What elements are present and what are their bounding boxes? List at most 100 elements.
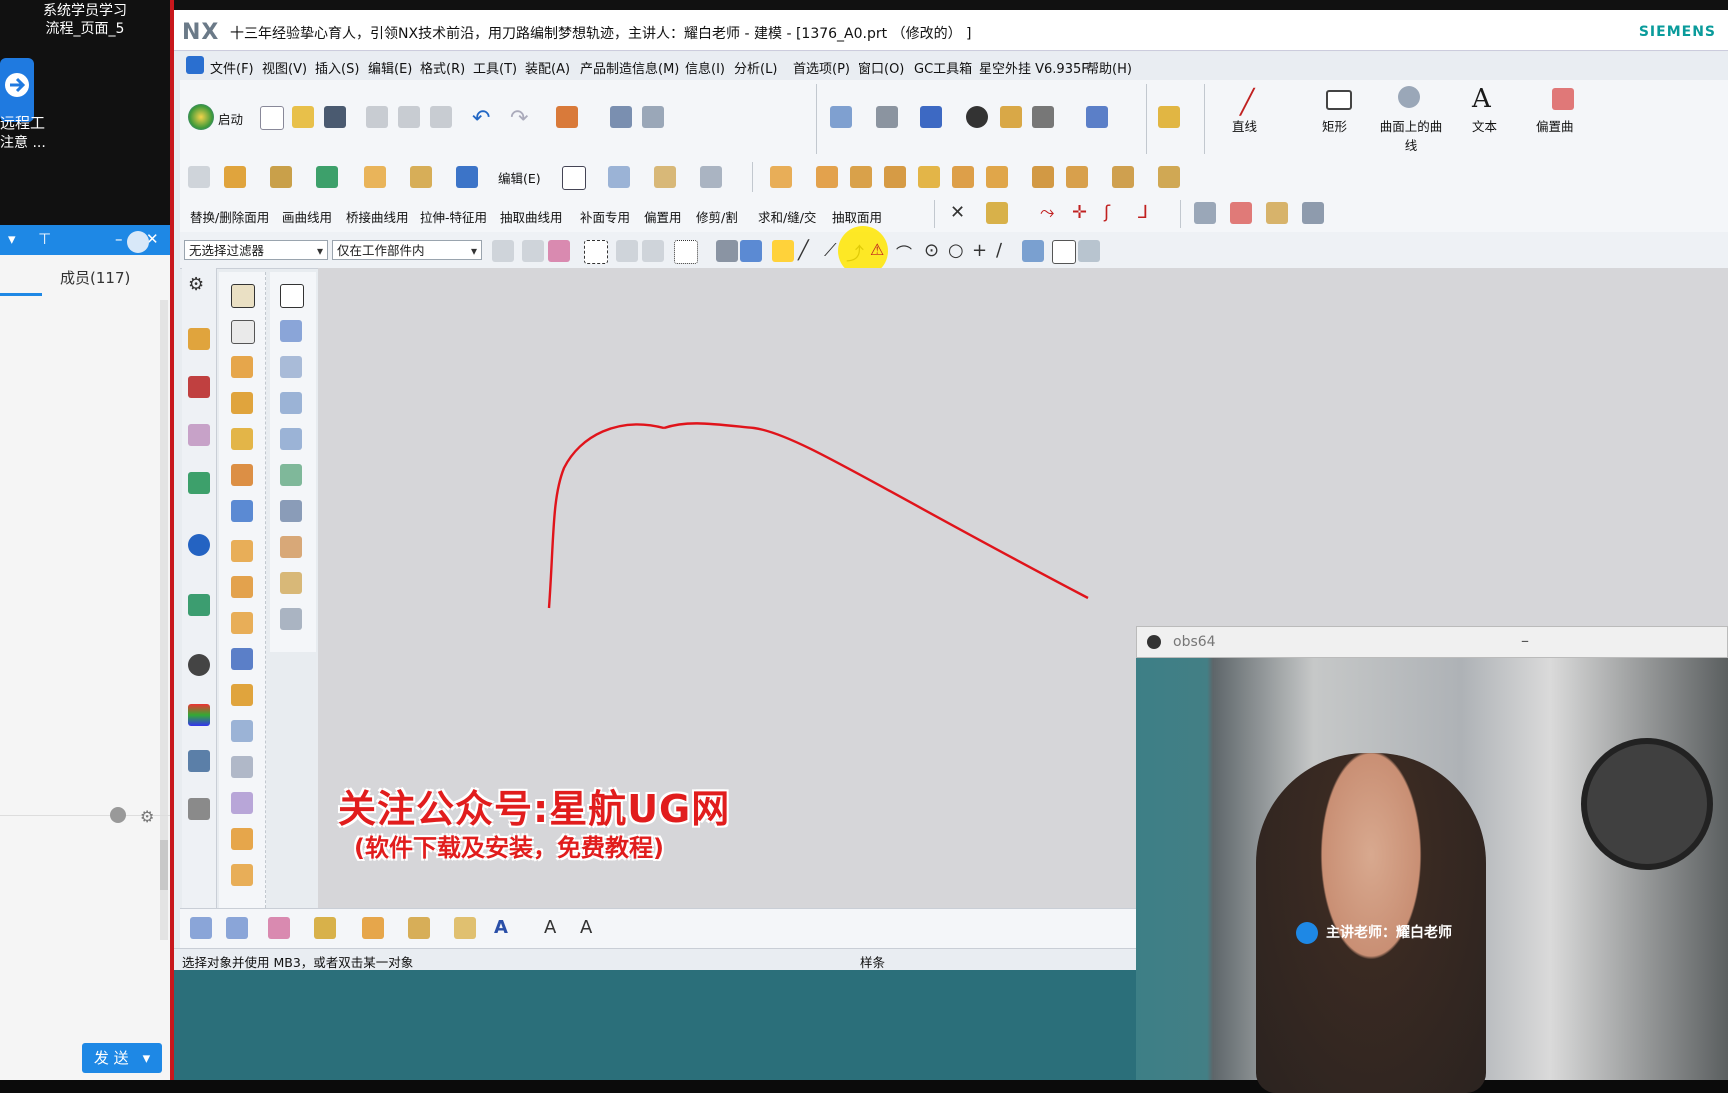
extension-icon[interactable] <box>1266 202 1288 224</box>
block-icon[interactable] <box>456 166 478 188</box>
pattern-icon[interactable] <box>231 540 253 562</box>
n-sided-icon[interactable] <box>280 464 302 486</box>
box-delete-icon[interactable] <box>1032 166 1054 188</box>
trim-curve-icon[interactable]: ⤳ <box>1040 202 1062 224</box>
menu-pmi[interactable]: 产品制造信息(M) <box>580 58 679 77</box>
surface-rect-icon-2[interactable] <box>280 284 304 308</box>
command-finder-icon[interactable] <box>556 106 578 128</box>
annotation-icon[interactable]: A <box>544 917 566 939</box>
menu-preferences[interactable]: 首选项(P) <box>793 58 850 77</box>
curve-on-surface-label[interactable]: 曲面上的曲线 <box>1376 116 1446 154</box>
fillet-curve-icon[interactable]: ⅃ <box>1138 202 1160 224</box>
variational-sweep-icon[interactable] <box>280 572 302 594</box>
point-set-icon[interactable] <box>314 917 336 939</box>
boss-icon[interactable] <box>231 464 253 486</box>
menu-tools[interactable]: 工具(T) <box>473 58 517 77</box>
curve-length-icon[interactable]: ʃ <box>1104 202 1126 224</box>
layer-icon[interactable] <box>1000 106 1022 128</box>
line-icon[interactable]: ╱ <box>1240 88 1262 116</box>
delete-face-icon[interactable] <box>231 792 253 814</box>
text-style-icon[interactable]: A <box>494 917 516 939</box>
assembly-navigator-icon[interactable] <box>188 376 210 398</box>
touch-mode-icon[interactable] <box>610 106 632 128</box>
select-in-assembly-icon[interactable] <box>548 240 570 262</box>
edge-display-icon[interactable] <box>966 106 988 128</box>
start-label[interactable]: 启动 <box>218 109 243 128</box>
menu-plugin[interactable]: 星空外挂 V6.935F <box>979 58 1089 77</box>
extrude-body-icon[interactable] <box>231 356 253 378</box>
surface-icon[interactable] <box>608 166 630 188</box>
box-subtract-icon[interactable] <box>816 166 838 188</box>
endpoint-icon[interactable]: ╱ <box>798 240 820 262</box>
web-browser-icon[interactable] <box>188 594 210 616</box>
select-body-icon[interactable] <box>716 240 738 262</box>
point-on-face-icon[interactable]: ∕ <box>996 240 1018 262</box>
measure-icon[interactable] <box>454 917 476 939</box>
clip-section-icon[interactable] <box>1086 106 1108 128</box>
save-icon[interactable] <box>324 106 346 128</box>
minimize-icon[interactable]: – <box>1521 631 1529 650</box>
shell-icon[interactable] <box>410 166 432 188</box>
offset-curve-label[interactable]: 偏置曲 <box>1536 116 1574 135</box>
menu-analysis[interactable]: 分析(L) <box>734 58 777 77</box>
menu-view[interactable]: 视图(V) <box>262 58 307 77</box>
wave-link-icon[interactable] <box>408 917 430 939</box>
cylinder-icon[interactable] <box>918 166 940 188</box>
desktop-file-label-2[interactable]: 流程_页面_5 <box>0 18 170 38</box>
draft-icon[interactable] <box>231 720 253 742</box>
orient-view-icon[interactable] <box>876 106 898 128</box>
curve-on-surface-icon[interactable] <box>1398 86 1420 108</box>
replace-face-icon[interactable] <box>231 684 253 706</box>
new-file-icon[interactable] <box>260 106 284 130</box>
start-icon[interactable] <box>188 104 214 130</box>
undo-icon[interactable]: ↶ <box>472 106 494 131</box>
surface-rect-icon[interactable] <box>562 166 586 190</box>
move-face-icon[interactable] <box>231 756 253 778</box>
pocket-icon[interactable] <box>231 500 253 522</box>
transform-icon[interactable] <box>362 917 384 939</box>
menu-gc-toolkit[interactable]: GC工具箱 <box>914 58 972 77</box>
point-on-curve-icon[interactable]: + <box>972 240 994 262</box>
section-curve-icon[interactable] <box>226 917 248 939</box>
mesh-surface-icon[interactable] <box>280 428 302 450</box>
intersection-point-icon[interactable]: ⚠ <box>870 240 892 262</box>
menu-assembly[interactable]: 装配(A) <box>525 58 570 77</box>
box-replace-icon[interactable] <box>1066 166 1088 188</box>
menu-insert[interactable]: 插入(S) <box>315 58 359 77</box>
offset-curve-icon[interactable] <box>1552 88 1574 110</box>
window-icon[interactable] <box>642 106 664 128</box>
studio-surface-icon[interactable] <box>280 320 302 342</box>
reuse-library-icon[interactable] <box>188 472 210 494</box>
desktop-file-label[interactable]: 系统学员学习 <box>0 0 170 20</box>
menu-extract-face[interactable]: 抽取面用 <box>832 207 882 226</box>
fit-icon[interactable] <box>830 106 852 128</box>
box-resize-icon[interactable] <box>1112 166 1134 188</box>
isocline-icon[interactable] <box>268 917 290 939</box>
datum-icon[interactable] <box>316 166 338 188</box>
rectangle-icon[interactable] <box>1326 90 1352 110</box>
thicken-icon[interactable] <box>1194 202 1216 224</box>
trim-sheet-icon[interactable] <box>1302 202 1324 224</box>
menu-information[interactable]: 信息(I) <box>685 58 725 77</box>
box-select-icon[interactable] <box>584 240 608 264</box>
box-move-icon[interactable] <box>952 166 974 188</box>
sew-surface-icon[interactable] <box>280 608 302 630</box>
edit-menu[interactable]: 编辑(E) <box>498 168 541 187</box>
notice-icon[interactable] <box>127 231 149 253</box>
box-add-icon[interactable] <box>770 166 792 188</box>
menu-edit[interactable]: 编辑(E) <box>368 58 412 77</box>
menu-extract-curve[interactable]: 抽取曲线用 <box>500 207 563 226</box>
chat-scrollbar[interactable] <box>160 300 168 940</box>
menu-extrude-feature[interactable]: 拉伸-特征用 <box>420 207 487 226</box>
quadrant-point-icon[interactable]: ⊙ <box>924 240 946 262</box>
text-icon[interactable]: A <box>1472 84 1494 114</box>
offset-region-icon[interactable] <box>231 576 253 598</box>
trim-body-icon[interactable] <box>231 828 253 850</box>
webcam-titlebar[interactable]: obs64 – <box>1136 626 1728 658</box>
ruled-icon[interactable] <box>280 392 302 414</box>
open-folder-icon[interactable] <box>292 106 314 128</box>
revolve-icon[interactable] <box>231 392 253 414</box>
line-label[interactable]: 直线 <box>1232 116 1257 135</box>
render-style-icon[interactable] <box>920 106 942 128</box>
menu-offset[interactable]: 偏置用 <box>644 207 682 226</box>
